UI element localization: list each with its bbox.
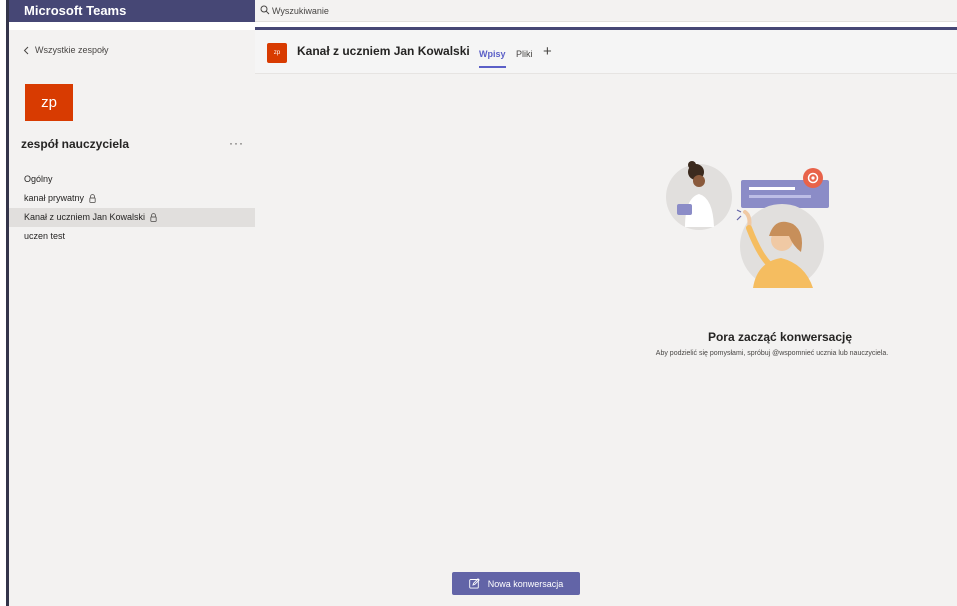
team-name: zespół nauczyciela bbox=[21, 137, 130, 151]
empty-state-title: Pora zacząć konwersację bbox=[707, 330, 853, 344]
chevron-left-icon bbox=[23, 46, 29, 54]
compose-icon bbox=[468, 578, 480, 589]
active-tab-indicator bbox=[479, 66, 506, 68]
channel-header: zp Kanał z uczniem Jan Kowalski Wpisy Pl… bbox=[255, 30, 957, 74]
channel-item-ogolny[interactable]: Ogólny bbox=[9, 170, 255, 189]
lock-icon bbox=[89, 194, 96, 203]
conversation-illustration bbox=[666, 161, 829, 288]
new-conversation-button[interactable]: Nowa konwersacja bbox=[452, 572, 580, 595]
search-icon bbox=[260, 5, 270, 15]
channel-label: Ogólny bbox=[24, 174, 53, 184]
empty-state-subtitle: Aby podzielić się pomysłami, spróbuj @ws… bbox=[655, 350, 889, 357]
title-bar: Microsoft Teams bbox=[9, 0, 957, 30]
lock-icon bbox=[150, 213, 157, 222]
app-rail bbox=[0, 0, 9, 606]
channel-team-avatar: zp bbox=[267, 43, 287, 63]
team-avatar[interactable]: zp bbox=[25, 84, 73, 121]
add-tab-button[interactable]: + bbox=[543, 43, 552, 60]
tab-wpisy[interactable]: Wpisy bbox=[479, 49, 506, 68]
channel-list: Ogólny kanał prywatny Kanał z uczniem Ja… bbox=[9, 170, 255, 246]
channel-label: kanał prywatny bbox=[24, 193, 85, 203]
channel-label: uczen test bbox=[24, 231, 66, 241]
tab-label: Wpisy bbox=[479, 49, 506, 59]
app-title: Microsoft Teams bbox=[9, 0, 255, 22]
channel-title: Kanał z uczniem Jan Kowalski bbox=[297, 44, 470, 58]
team-more-options-button[interactable]: ··· bbox=[229, 136, 244, 150]
new-conversation-label: Nowa konwersacja bbox=[487, 578, 564, 589]
channel-label: Kanał z uczniem Jan Kowalski bbox=[24, 212, 146, 222]
channel-item-kanal-z-uczniem[interactable]: Kanał z uczniem Jan Kowalski bbox=[9, 208, 255, 227]
channel-view: zp Kanał z uczniem Jan Kowalski Wpisy Pl… bbox=[255, 30, 957, 606]
sidebar: Wszystkie zespoły zp zespół nauczyciela … bbox=[9, 30, 255, 606]
tab-pliki[interactable]: Pliki bbox=[516, 49, 533, 59]
search-box[interactable] bbox=[255, 0, 957, 22]
search-input[interactable] bbox=[272, 2, 572, 20]
back-to-teams-link[interactable]: Wszystkie zespoły bbox=[23, 45, 109, 55]
channel-item-uczen-test[interactable]: uczen test bbox=[9, 227, 255, 246]
back-label: Wszystkie zespoły bbox=[35, 45, 109, 55]
tab-label: Pliki bbox=[516, 49, 533, 59]
channel-item-kanal-prywatny[interactable]: kanał prywatny bbox=[9, 189, 255, 208]
